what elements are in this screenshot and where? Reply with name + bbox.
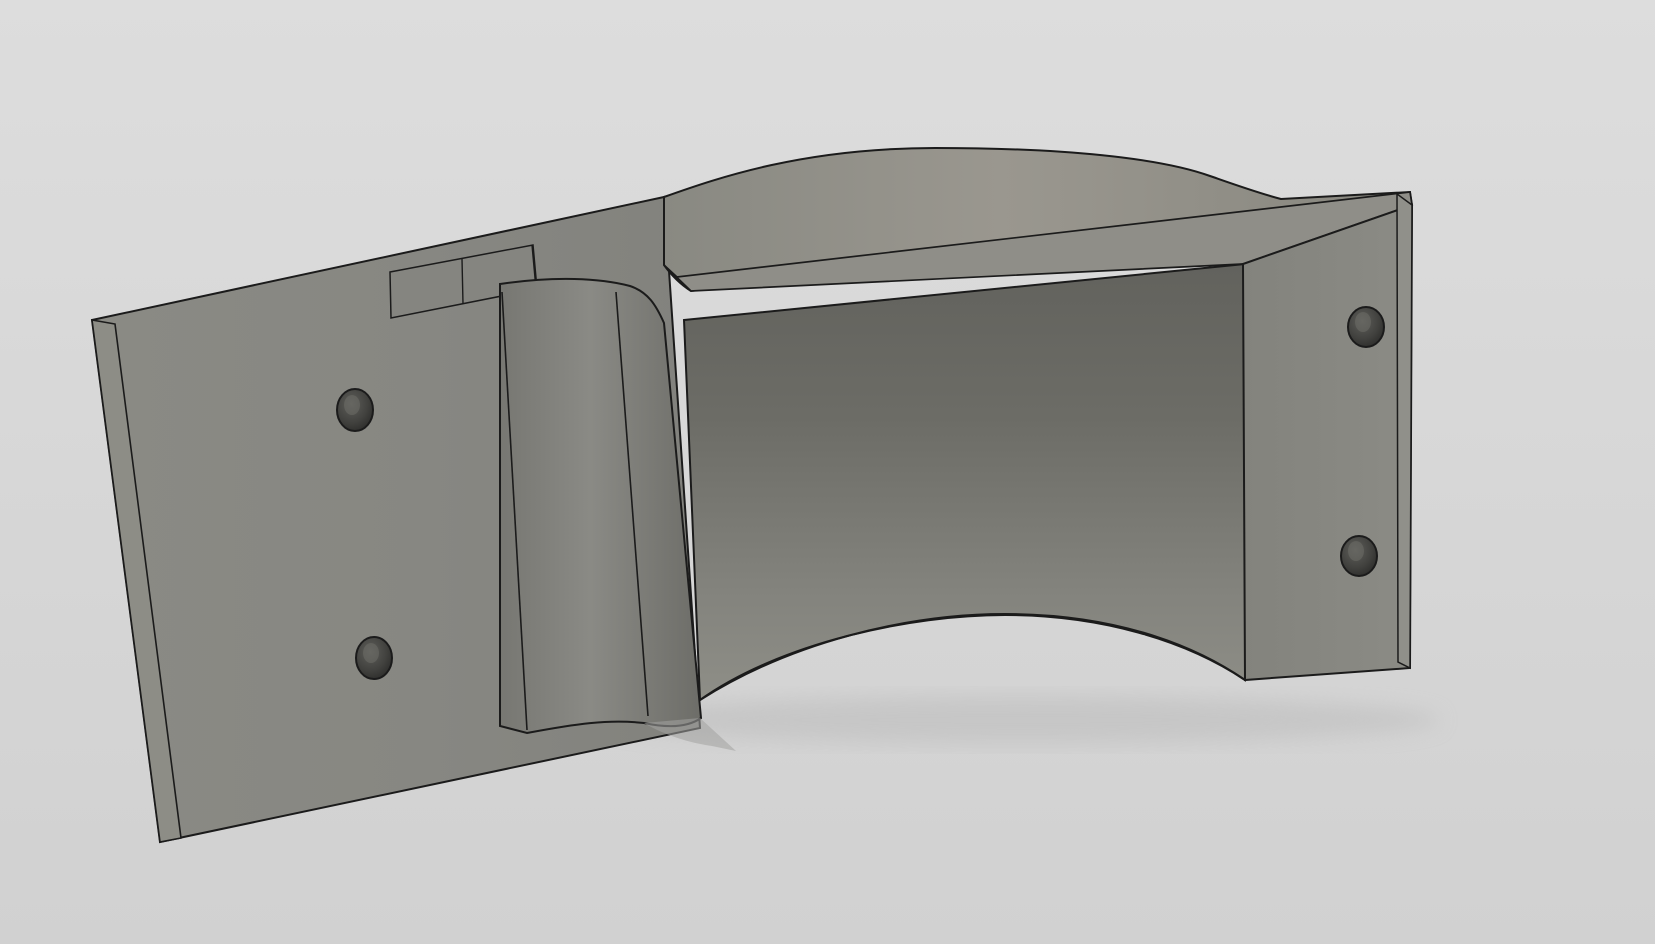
- hole-left-lower-inner-icon: [363, 643, 379, 663]
- notch-divider-1: [461, 258, 464, 305]
- ground-shadow: [600, 696, 1440, 744]
- hole-left-upper-inner-icon: [344, 395, 360, 415]
- model-render-canvas[interactable]: [0, 0, 1655, 944]
- right-mounting-plate[interactable]: [1241, 203, 1414, 682]
- right-plate-edge: [1396, 192, 1413, 670]
- hole-right-upper-inner-icon: [1355, 312, 1371, 332]
- hole-right-lower-inner-icon: [1348, 541, 1364, 561]
- cad-3d-viewport[interactable]: [0, 0, 1655, 944]
